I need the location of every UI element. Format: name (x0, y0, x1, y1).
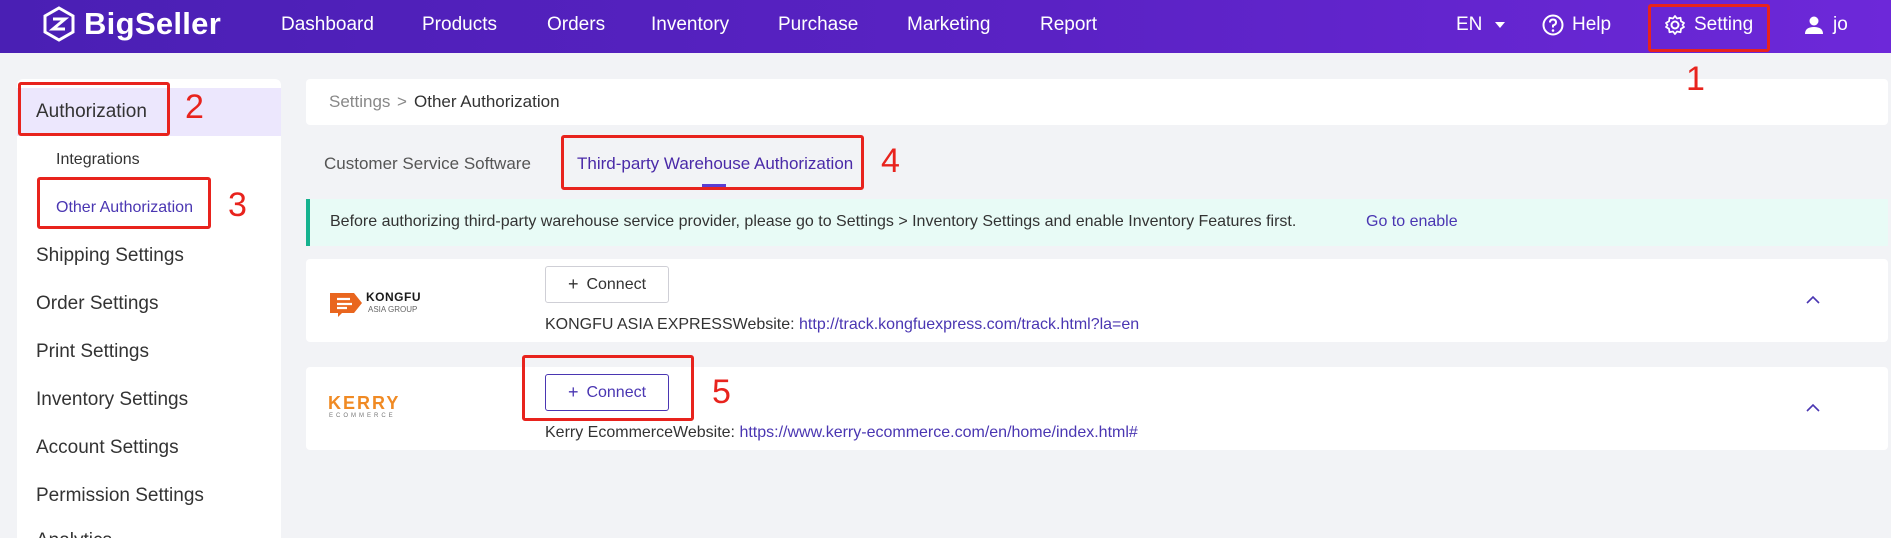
kongfu-connect-label: Connect (586, 275, 647, 293)
user-menu[interactable]: jo (1803, 14, 1848, 36)
caret-down-icon (1495, 22, 1506, 28)
annotation-box-1 (1648, 4, 1770, 52)
sidebar-item-print-settings[interactable]: Print Settings (36, 341, 149, 363)
annotation-box-4 (561, 135, 864, 190)
kongfu-info-line: KONGFU ASIA EXPRESSWebsite: http://track… (545, 316, 1139, 334)
breadcrumb-root[interactable]: Settings (329, 92, 390, 112)
kongfu-logo-subtext: ASIA GROUP (368, 305, 418, 314)
sidebar-item-permission-settings[interactable]: Permission Settings (36, 485, 204, 507)
annotation-number-3: 3 (228, 186, 247, 224)
nav-dashboard[interactable]: Dashboard (281, 14, 374, 36)
kongfu-provider-name: KONGFU ASIA EXPRESS (545, 316, 733, 333)
breadcrumb-separator: > (397, 92, 407, 111)
chevron-up-icon[interactable] (1806, 403, 1820, 412)
bigseller-logo-icon (43, 6, 75, 42)
brand-name: BigSeller (84, 6, 222, 41)
kerry-website-label: Website: (673, 424, 735, 441)
kerry-website-link[interactable]: https://www.kerry-ecommerce.com/en/home/… (739, 424, 1137, 441)
kerry-info-line: Kerry EcommerceWebsite: https://www.kerr… (545, 424, 1138, 442)
nav-inventory[interactable]: Inventory (651, 14, 729, 36)
provider-card-kongfu: KONGFU ASIA GROUP + Connect KONGFU ASIA … (306, 259, 1888, 342)
kongfu-connect-button[interactable]: + Connect (545, 266, 669, 303)
breadcrumb-current: Other Authorization (414, 92, 560, 111)
language-selector[interactable]: EN (1456, 14, 1506, 36)
annotation-box-3 (37, 177, 211, 229)
info-notice: Before authorizing third-party warehouse… (306, 199, 1888, 246)
kongfu-website-link[interactable]: http://track.kongfuexpress.com/track.htm… (799, 316, 1139, 333)
help-label: Help (1572, 14, 1612, 35)
bigseller-logo[interactable]: BigSeller (42, 6, 221, 42)
kerry-logo-text: KERRY (328, 393, 401, 413)
kerry-logo-subtext: ECOMMERCE (329, 413, 396, 419)
go-to-enable-link[interactable]: Go to enable (1366, 213, 1458, 231)
sidebar-item-order-settings[interactable]: Order Settings (36, 293, 159, 315)
help-link[interactable]: Help (1542, 14, 1611, 36)
nav-products[interactable]: Products (422, 14, 497, 36)
annotation-number-2: 2 (185, 88, 204, 126)
kongfu-logo: KONGFU ASIA GROUP (328, 285, 428, 321)
language-label: EN (1456, 14, 1483, 35)
user-icon (1805, 16, 1823, 34)
kerry-logo: KERRY ECOMMERCE (328, 393, 428, 429)
tab-customer-service-software[interactable]: Customer Service Software (324, 154, 531, 174)
sidebar-item-account-settings[interactable]: Account Settings (36, 437, 179, 459)
kongfu-logo-mark (330, 293, 362, 317)
notice-text: Before authorizing third-party warehouse… (330, 213, 1297, 230)
help-circle-icon (1542, 14, 1564, 36)
sidebar-item-cut-off[interactable]: Analytics (36, 530, 112, 538)
sidebar-item-inventory-settings[interactable]: Inventory Settings (36, 389, 188, 411)
kongfu-website-label: Website: (732, 316, 795, 333)
nav-orders[interactable]: Orders (547, 14, 605, 36)
nav-purchase[interactable]: Purchase (778, 14, 858, 36)
sidebar-item-shipping-settings[interactable]: Shipping Settings (36, 245, 184, 267)
user-name: jo (1833, 14, 1848, 35)
top-navigation-bar: BigSeller Dashboard Products Orders Inve… (0, 0, 1891, 53)
nav-report[interactable]: Report (1040, 14, 1097, 36)
annotation-box-2 (18, 82, 170, 136)
sidebar-item-integrations[interactable]: Integrations (56, 151, 140, 169)
annotation-number-1: 1 (1686, 60, 1705, 98)
kerry-provider-name: Kerry Ecommerce (545, 424, 674, 441)
annotation-box-5 (522, 355, 694, 421)
annotation-number-5: 5 (712, 373, 731, 411)
chevron-up-icon[interactable] (1806, 295, 1820, 304)
breadcrumb: Settings > Other Authorization (306, 79, 1888, 125)
nav-marketing[interactable]: Marketing (907, 14, 990, 36)
authorization-tabs: Customer Service Software Third-party Wa… (306, 140, 1888, 188)
plus-icon: + (567, 274, 579, 294)
annotation-number-4: 4 (881, 142, 900, 180)
kongfu-logo-text: KONGFU (366, 290, 421, 304)
